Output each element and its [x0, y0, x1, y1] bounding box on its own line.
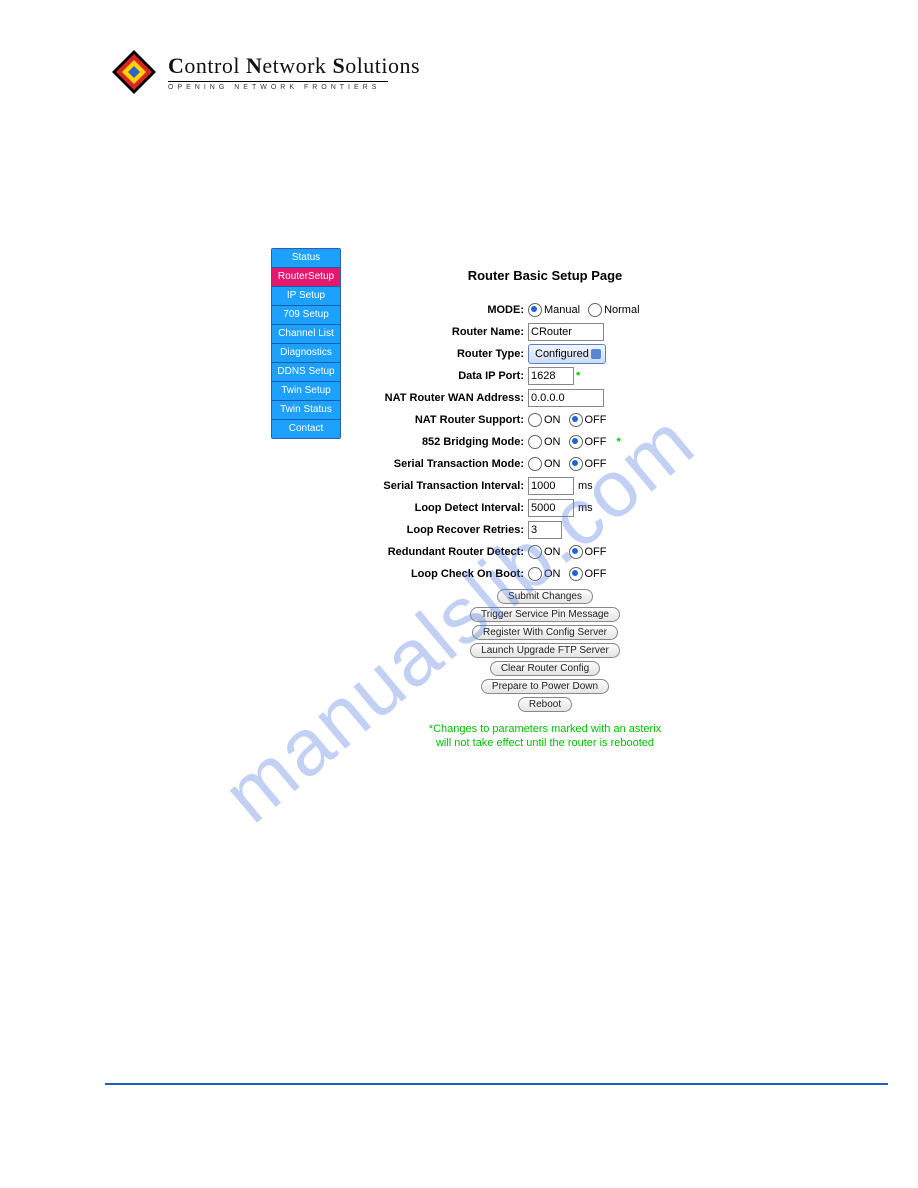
serial-mode-on-radio[interactable] — [528, 457, 542, 471]
loop-boot-on-label: ON — [544, 568, 561, 580]
bridge-on-radio[interactable] — [528, 435, 542, 449]
brand-title: Control Network Solutions — [168, 53, 420, 79]
nat-support-off-label: OFF — [585, 414, 607, 426]
router-name-input[interactable] — [528, 323, 604, 341]
serial-mode-label: Serial Transaction Mode: — [370, 458, 528, 470]
nat-wan-input[interactable] — [528, 389, 604, 407]
nat-support-off-radio[interactable] — [569, 413, 583, 427]
nat-support-on-radio[interactable] — [528, 413, 542, 427]
mode-normal-label: Normal — [604, 304, 639, 316]
sidebar-item-channellist[interactable]: Channel List — [272, 325, 340, 344]
loop-detect-unit: ms — [578, 502, 593, 514]
router-type-label: Router Type: — [370, 348, 528, 360]
redundant-on-label: ON — [544, 546, 561, 558]
serial-mode-off-radio[interactable] — [569, 457, 583, 471]
nat-support-label: NAT Router Support: — [370, 414, 528, 426]
router-type-select[interactable]: Configured — [528, 344, 606, 364]
sidebar-item-ddnssetup[interactable]: DDNS Setup — [272, 363, 340, 382]
submit-button[interactable]: Submit Changes — [497, 589, 593, 604]
main-panel: Router Basic Setup Page MODE: Manual Nor… — [370, 268, 720, 751]
sidebar-item-contact[interactable]: Contact — [272, 420, 340, 438]
asterisk-icon: * — [576, 370, 580, 382]
mode-manual-label: Manual — [544, 304, 580, 316]
loop-boot-label: Loop Check On Boot: — [370, 568, 528, 580]
footnote-line1: *Changes to parameters marked with an as… — [429, 723, 661, 735]
footnote: *Changes to parameters marked with an as… — [370, 722, 720, 751]
brand-header: Control Network Solutions OPENING NETWOR… — [110, 48, 420, 96]
sidebar-item-routersetup[interactable]: RouterSetup — [272, 268, 340, 287]
logo-icon — [110, 48, 158, 96]
loop-boot-off-label: OFF — [585, 568, 607, 580]
sidebar-item-twinstatus[interactable]: Twin Status — [272, 401, 340, 420]
router-name-label: Router Name: — [370, 326, 528, 338]
serial-mode-off-label: OFF — [585, 458, 607, 470]
serial-interval-label: Serial Transaction Interval: — [370, 480, 528, 492]
footnote-line2: will not take effect until the router is… — [436, 737, 654, 749]
register-button[interactable]: Register With Config Server — [472, 625, 618, 640]
mode-manual-radio[interactable] — [528, 303, 542, 317]
bridge-off-radio[interactable] — [569, 435, 583, 449]
loop-detect-label: Loop Detect Interval: — [370, 502, 528, 514]
reboot-button[interactable]: Reboot — [518, 697, 572, 712]
sidebar-item-status[interactable]: Status — [272, 249, 340, 268]
serial-interval-input[interactable] — [528, 477, 574, 495]
bridge-off-label: OFF — [585, 436, 607, 448]
loop-recover-input[interactable] — [528, 521, 562, 539]
loop-boot-on-radio[interactable] — [528, 567, 542, 581]
redundant-off-label: OFF — [585, 546, 607, 558]
redundant-on-radio[interactable] — [528, 545, 542, 559]
sidebar: Status RouterSetup IP Setup 709 Setup Ch… — [271, 248, 341, 439]
page-title: Router Basic Setup Page — [370, 268, 720, 283]
loop-detect-input[interactable] — [528, 499, 574, 517]
trigger-button[interactable]: Trigger Service Pin Message — [470, 607, 620, 622]
loop-boot-off-radio[interactable] — [569, 567, 583, 581]
brand-rule — [168, 81, 388, 82]
nat-wan-label: NAT Router WAN Address: — [370, 392, 528, 404]
router-type-value: Configured — [535, 348, 589, 360]
bridge-label: 852 Bridging Mode: — [370, 436, 528, 448]
prepare-button[interactable]: Prepare to Power Down — [481, 679, 609, 694]
bridge-on-label: ON — [544, 436, 561, 448]
asterisk-icon: * — [617, 436, 621, 448]
data-ip-port-input[interactable] — [528, 367, 574, 385]
nat-support-on-label: ON — [544, 414, 561, 426]
serial-mode-on-label: ON — [544, 458, 561, 470]
sidebar-item-diagnostics[interactable]: Diagnostics — [272, 344, 340, 363]
sidebar-item-twinsetup[interactable]: Twin Setup — [272, 382, 340, 401]
loop-recover-label: Loop Recover Retries: — [370, 524, 528, 536]
brand-tagline: OPENING NETWORK FRONTIERS — [168, 84, 420, 91]
footer-rule — [105, 1083, 888, 1085]
sidebar-item-709setup[interactable]: 709 Setup — [272, 306, 340, 325]
mode-normal-radio[interactable] — [588, 303, 602, 317]
redundant-off-radio[interactable] — [569, 545, 583, 559]
brand-text: Control Network Solutions OPENING NETWOR… — [168, 53, 420, 91]
redundant-label: Redundant Router Detect: — [370, 546, 528, 558]
launch-button[interactable]: Launch Upgrade FTP Server — [470, 643, 620, 658]
mode-label: MODE: — [370, 304, 528, 316]
data-ip-port-label: Data IP Port: — [370, 370, 528, 382]
serial-interval-unit: ms — [578, 480, 593, 492]
sidebar-item-ipsetup[interactable]: IP Setup — [272, 287, 340, 306]
clear-button[interactable]: Clear Router Config — [490, 661, 600, 676]
